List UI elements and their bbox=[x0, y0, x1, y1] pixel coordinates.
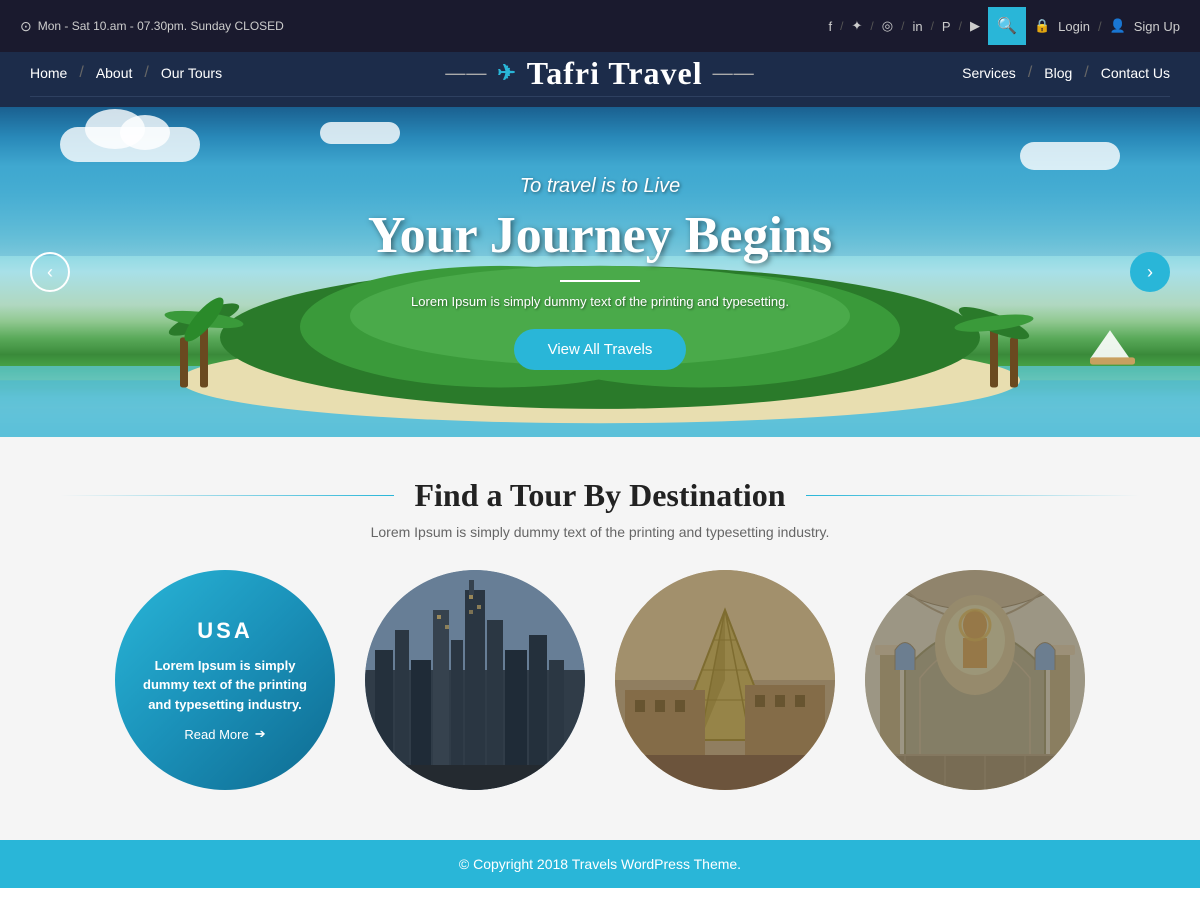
lock-icon: 🔒 bbox=[1034, 18, 1050, 34]
nav-contact[interactable]: Contact Us bbox=[1101, 65, 1170, 81]
cyprus-overlay bbox=[865, 570, 1085, 790]
title-line-left bbox=[60, 495, 394, 496]
slider-next-button[interactable]: › bbox=[1130, 252, 1170, 292]
twitter-icon[interactable]: ✦ bbox=[852, 18, 863, 34]
copyright-text: © Copyright 2018 Travels WordPress Theme… bbox=[459, 856, 741, 872]
destination-card-usa[interactable]: USA Lorem Ipsum is simply dummy text of … bbox=[115, 570, 335, 790]
nav-left: Home / About / Our Tours bbox=[30, 64, 222, 82]
header-divider bbox=[0, 94, 1200, 107]
youtube-icon[interactable]: ▶ bbox=[970, 18, 980, 34]
cloud-2 bbox=[1020, 142, 1120, 170]
clock-icon: ⊙ bbox=[20, 18, 32, 35]
business-hours: ⊙ Mon - Sat 10.am - 07.30pm. Sunday CLOS… bbox=[20, 18, 284, 35]
nav-home[interactable]: Home bbox=[30, 65, 67, 81]
hero-content: To travel is to Live Your Journey Begins… bbox=[368, 175, 832, 370]
linkedin-icon[interactable]: in bbox=[912, 19, 922, 34]
login-link[interactable]: Login bbox=[1058, 19, 1090, 34]
hero-slider: To travel is to Live Your Journey Begins… bbox=[0, 107, 1200, 437]
logo-left-line: —— bbox=[445, 62, 487, 85]
hero-subtitle: To travel is to Live bbox=[368, 175, 832, 198]
nav-services[interactable]: Services bbox=[962, 65, 1016, 81]
user-icon: 👤 bbox=[1110, 18, 1126, 34]
facebook-icon[interactable]: f bbox=[829, 19, 833, 34]
view-all-travels-button[interactable]: View All Travels bbox=[514, 329, 687, 370]
usa-description: Lorem Ipsum is simply dummy text of the … bbox=[135, 656, 315, 715]
cloud-1 bbox=[60, 127, 200, 162]
pinterest-icon[interactable]: P bbox=[942, 19, 951, 34]
nav-right: Services / Blog / Contact Us bbox=[962, 64, 1170, 82]
hours-text: Mon - Sat 10.am - 07.30pm. Sunday CLOSED bbox=[38, 19, 284, 33]
usa-read-more[interactable]: Read More ➔ bbox=[184, 726, 265, 742]
slider-prev-button[interactable]: ‹ bbox=[30, 252, 70, 292]
nav-about[interactable]: About bbox=[96, 65, 133, 81]
usa-title: USA bbox=[197, 618, 252, 644]
logo-text-label: Tafri Travel bbox=[527, 55, 703, 92]
logo-area: —— ✈ Tafri Travel —— bbox=[445, 55, 754, 92]
destinations-section: Find a Tour By Destination Lorem Ipsum i… bbox=[0, 437, 1200, 840]
destination-card-france[interactable]: FRANCE bbox=[615, 570, 835, 790]
dubai-overlay bbox=[365, 570, 585, 790]
top-bar-right: f / ✦ / ◎ / in / P / ▶ 🔍 🔒 Login / 👤 Sig… bbox=[829, 7, 1180, 45]
logo-right-line: —— bbox=[713, 62, 755, 85]
title-line-right bbox=[806, 495, 1140, 496]
hero-divider-line bbox=[560, 280, 640, 282]
section-description: Lorem Ipsum is simply dummy text of the … bbox=[60, 524, 1140, 540]
section-title-row: Find a Tour By Destination bbox=[60, 477, 1140, 514]
arrow-right-icon: ➔ bbox=[255, 726, 266, 742]
hero-description: Lorem Ipsum is simply dummy text of the … bbox=[368, 294, 832, 309]
signup-link[interactable]: Sign Up bbox=[1134, 19, 1180, 34]
instagram-icon[interactable]: ◎ bbox=[882, 18, 893, 34]
cloud-3 bbox=[320, 122, 400, 144]
auth-links: 🔒 Login / 👤 Sign Up bbox=[1034, 18, 1180, 34]
destination-cards: USA Lorem Ipsum is simply dummy text of … bbox=[60, 570, 1140, 790]
hero-title: Your Journey Begins bbox=[368, 206, 832, 265]
section-header: Find a Tour By Destination Lorem Ipsum i… bbox=[60, 477, 1140, 540]
france-overlay bbox=[615, 570, 835, 790]
destination-card-dubai[interactable]: DUBAI UAE bbox=[365, 570, 585, 790]
header: Home / About / Our Tours —— ✈ Tafri Trav… bbox=[0, 52, 1200, 94]
logo-icon: ✈ bbox=[497, 60, 516, 86]
search-button[interactable]: 🔍 bbox=[988, 7, 1026, 45]
logo: —— ✈ Tafri Travel —— bbox=[445, 55, 754, 92]
nav-our-tours[interactable]: Our Tours bbox=[161, 65, 222, 81]
footer: © Copyright 2018 Travels WordPress Theme… bbox=[0, 840, 1200, 888]
top-bar: ⊙ Mon - Sat 10.am - 07.30pm. Sunday CLOS… bbox=[0, 0, 1200, 52]
section-title: Find a Tour By Destination bbox=[414, 477, 785, 514]
nav-blog[interactable]: Blog bbox=[1044, 65, 1072, 81]
destination-card-cyprus[interactable]: CYPRUS bbox=[865, 570, 1085, 790]
